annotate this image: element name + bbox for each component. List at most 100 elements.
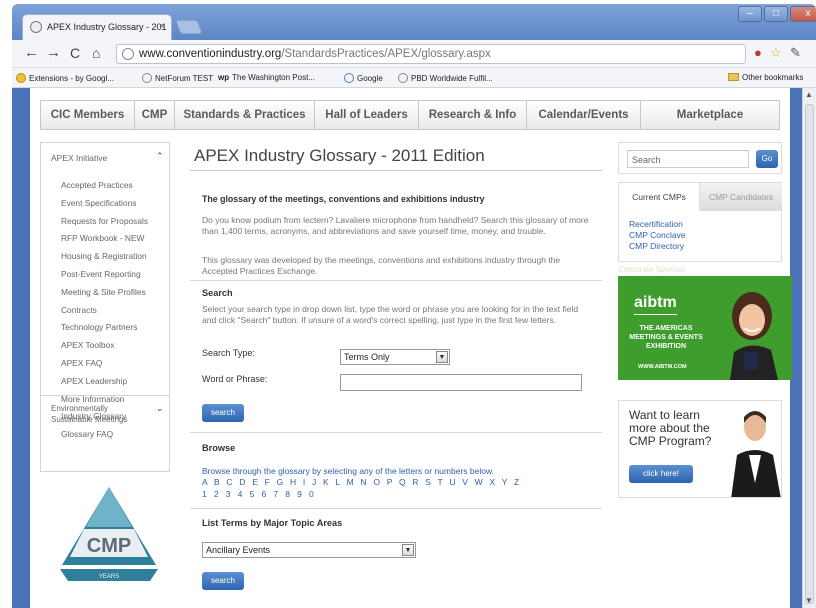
forward-arrow-icon[interactable]: → — [46, 45, 61, 61]
title-divider — [190, 170, 602, 171]
cmp-logo: CMP YEARS — [60, 487, 158, 581]
aibtm-url: WWW.AIBTM.COM — [638, 364, 687, 370]
browse-description: Browse through the glossary by selecting… — [202, 466, 494, 476]
bookmark-washington-post[interactable]: wp The Washington Post... — [218, 73, 315, 82]
reload-icon[interactable]: C — [70, 45, 80, 61]
browser-window: APEX Industry Glossary - 201 × – □ x ← →… — [12, 4, 816, 608]
nav-standards-practices[interactable]: Standards & Practices — [175, 101, 315, 129]
sidebar-item-contracts[interactable]: Contracts — [61, 302, 148, 320]
nav-research-info[interactable]: Research & Info — [419, 101, 527, 129]
main-content: APEX Industry Glossary - 2011 Edition Th… — [190, 142, 610, 608]
nav-cmp[interactable]: CMP — [135, 101, 175, 129]
sidebar-item-requests-for-proposals[interactable]: Requests for Proposals — [61, 213, 148, 231]
bookmark-pbd[interactable]: PBD Worldwide Fulfil... — [398, 73, 493, 83]
browse-heading: Browse — [202, 443, 236, 453]
page-viewport: CIC Members CMP Standards & Practices Ha… — [12, 88, 802, 608]
page-content: CIC Members CMP Standards & Practices Ha… — [30, 88, 792, 608]
browser-tab[interactable]: APEX Industry Glossary - 201 × — [22, 14, 172, 40]
sidebar-item-meeting-site-profiles[interactable]: Meeting & Site Profiles — [61, 284, 148, 302]
logo-triangle-top — [86, 487, 132, 527]
sidebar-item-apex-toolbox[interactable]: APEX Toolbox — [61, 337, 148, 355]
word-phrase-label: Word or Phrase: — [202, 374, 268, 384]
sidebar-item-apex-faq[interactable]: APEX FAQ — [61, 355, 148, 373]
link-cmp-directory[interactable]: CMP Directory — [629, 241, 686, 252]
adblock-icon[interactable]: ● — [754, 46, 762, 60]
site-search: Search Go — [618, 142, 782, 174]
sidebar-item-accepted-practices[interactable]: Accepted Practices — [61, 177, 148, 195]
cmp-tabs-panel: Current CMPs CMP Candidates Recertificat… — [618, 182, 782, 262]
dropdown-arrow-icon: ▼ — [436, 351, 448, 363]
sidebar-item-technology-partners[interactable]: Technology Partners — [61, 319, 148, 337]
bookmark-google[interactable]: Google — [344, 73, 383, 83]
sidebar-item-housing-registration[interactable]: Housing & Registration — [61, 248, 148, 266]
new-tab-button[interactable] — [175, 20, 203, 34]
aibtm-logo: aibtm — [634, 294, 677, 315]
maximize-button[interactable]: □ — [764, 6, 788, 22]
folder-icon — [728, 73, 739, 81]
wrench-icon[interactable]: ✎ — [790, 46, 801, 60]
search-heading: Search — [202, 288, 233, 298]
browse-numbers[interactable]: 1 2 3 4 5 6 7 8 9 0 — [202, 489, 594, 500]
man-photo — [731, 411, 781, 497]
chevron-down-icon[interactable]: ⌄ — [156, 403, 164, 414]
aibtm-ad[interactable]: aibtm THE AMERICAS MEETINGS & EVENTS EXH… — [618, 276, 792, 380]
tab-current-cmps[interactable]: Current CMPs — [619, 183, 699, 211]
title-bar: APEX Industry Glossary - 201 × – □ x — [12, 4, 816, 40]
topic-area-value: Ancillary Events — [206, 545, 271, 555]
click-here-button[interactable]: click here! — [629, 465, 693, 483]
logo-text: CMP — [87, 535, 131, 557]
site-search-input[interactable]: Search — [627, 150, 749, 168]
sidebar-item-apex-leadership[interactable]: APEX Leadership — [61, 373, 148, 391]
sidebar-item-glossary-faq[interactable]: Glossary FAQ — [61, 426, 148, 444]
bookmark-netforum[interactable]: NetForum TEST — [142, 73, 213, 83]
topic-area-select[interactable]: Ancillary Events ▼ — [202, 542, 416, 558]
section-divider — [190, 432, 602, 433]
nav-hall-of-leaders[interactable]: Hall of Leaders — [315, 101, 419, 129]
link-recertification[interactable]: Recertification — [629, 219, 686, 230]
scroll-up-icon[interactable]: ▲ — [805, 90, 813, 99]
intro-heading: The glossary of the meetings, convention… — [202, 194, 485, 204]
search-description: Select your search type in drop down lis… — [202, 304, 579, 325]
search-type-label: Search Type: — [202, 348, 255, 358]
word-phrase-input[interactable] — [340, 374, 582, 391]
scroll-down-icon[interactable]: ▼ — [805, 596, 813, 605]
cmp-links: Recertification CMP Conclave CMP Directo… — [629, 219, 686, 252]
home-icon[interactable]: ⌂ — [92, 45, 100, 61]
scrollbar-thumb[interactable] — [805, 104, 814, 604]
sidebar-item-post-event-reporting[interactable]: Post-Event Reporting — [61, 266, 148, 284]
minimize-button[interactable]: – — [738, 6, 762, 22]
topic-heading: List Terms by Major Topic Areas — [202, 518, 343, 528]
link-cmp-conclave[interactable]: CMP Conclave — [629, 230, 686, 241]
topic-search-button[interactable]: search — [202, 572, 244, 590]
cmp-program-ad[interactable]: Want to learn more about the CMP Program… — [618, 400, 782, 498]
browse-letters[interactable]: A B C D E F G H I J K L M N O P Q R S T … — [202, 477, 594, 488]
url-path: /StandardsPractices/APEX/glossary.aspx — [281, 48, 491, 60]
bookmark-extensions[interactable]: Extensions - by Googl... — [16, 73, 114, 83]
vertical-scrollbar[interactable]: ▲ ▼ — [802, 88, 816, 608]
close-window-button[interactable]: x — [790, 6, 816, 22]
back-arrow-icon[interactable]: ← — [24, 45, 39, 61]
address-bar[interactable]: www.conventionindustry.org/StandardsPrac… — [116, 44, 746, 64]
search-button[interactable]: search — [202, 404, 244, 422]
page-info-icon — [122, 48, 134, 60]
nav-marketplace[interactable]: Marketplace — [641, 101, 779, 129]
bookmark-star-icon[interactable]: ☆ — [770, 46, 782, 60]
tab-cmp-candidates[interactable]: CMP Candidates — [699, 183, 782, 211]
go-button[interactable]: Go — [756, 150, 778, 168]
sidebar-heading[interactable]: APEX Initiative — [51, 153, 107, 163]
url-domain: www.conventionindustry.org — [139, 48, 282, 60]
dropdown-arrow-icon: ▼ — [402, 544, 414, 556]
other-bookmarks[interactable]: Other bookmarks — [728, 73, 803, 82]
nav-cic-members[interactable]: CIC Members — [41, 101, 135, 129]
nav-calendar-events[interactable]: Calendar/Events — [527, 101, 641, 129]
sidebar-item-event-specifications[interactable]: Event Specifications — [61, 195, 148, 213]
chevron-up-icon[interactable]: ⌃ — [156, 151, 164, 162]
section-divider — [190, 280, 602, 281]
favicon-icon — [30, 21, 42, 33]
search-type-select[interactable]: Terms Only ▼ — [340, 349, 450, 365]
sidebar-item-sustainable-meetings[interactable]: Environmentally Sustainable Meetings — [51, 403, 128, 425]
sidebar-item-rfp-workbook[interactable]: RFP Workbook - NEW — [61, 230, 148, 248]
sponsor-label: Corporate Sponsor — [618, 265, 686, 274]
section-divider — [190, 508, 602, 509]
tab-close-icon[interactable]: × — [160, 21, 165, 31]
